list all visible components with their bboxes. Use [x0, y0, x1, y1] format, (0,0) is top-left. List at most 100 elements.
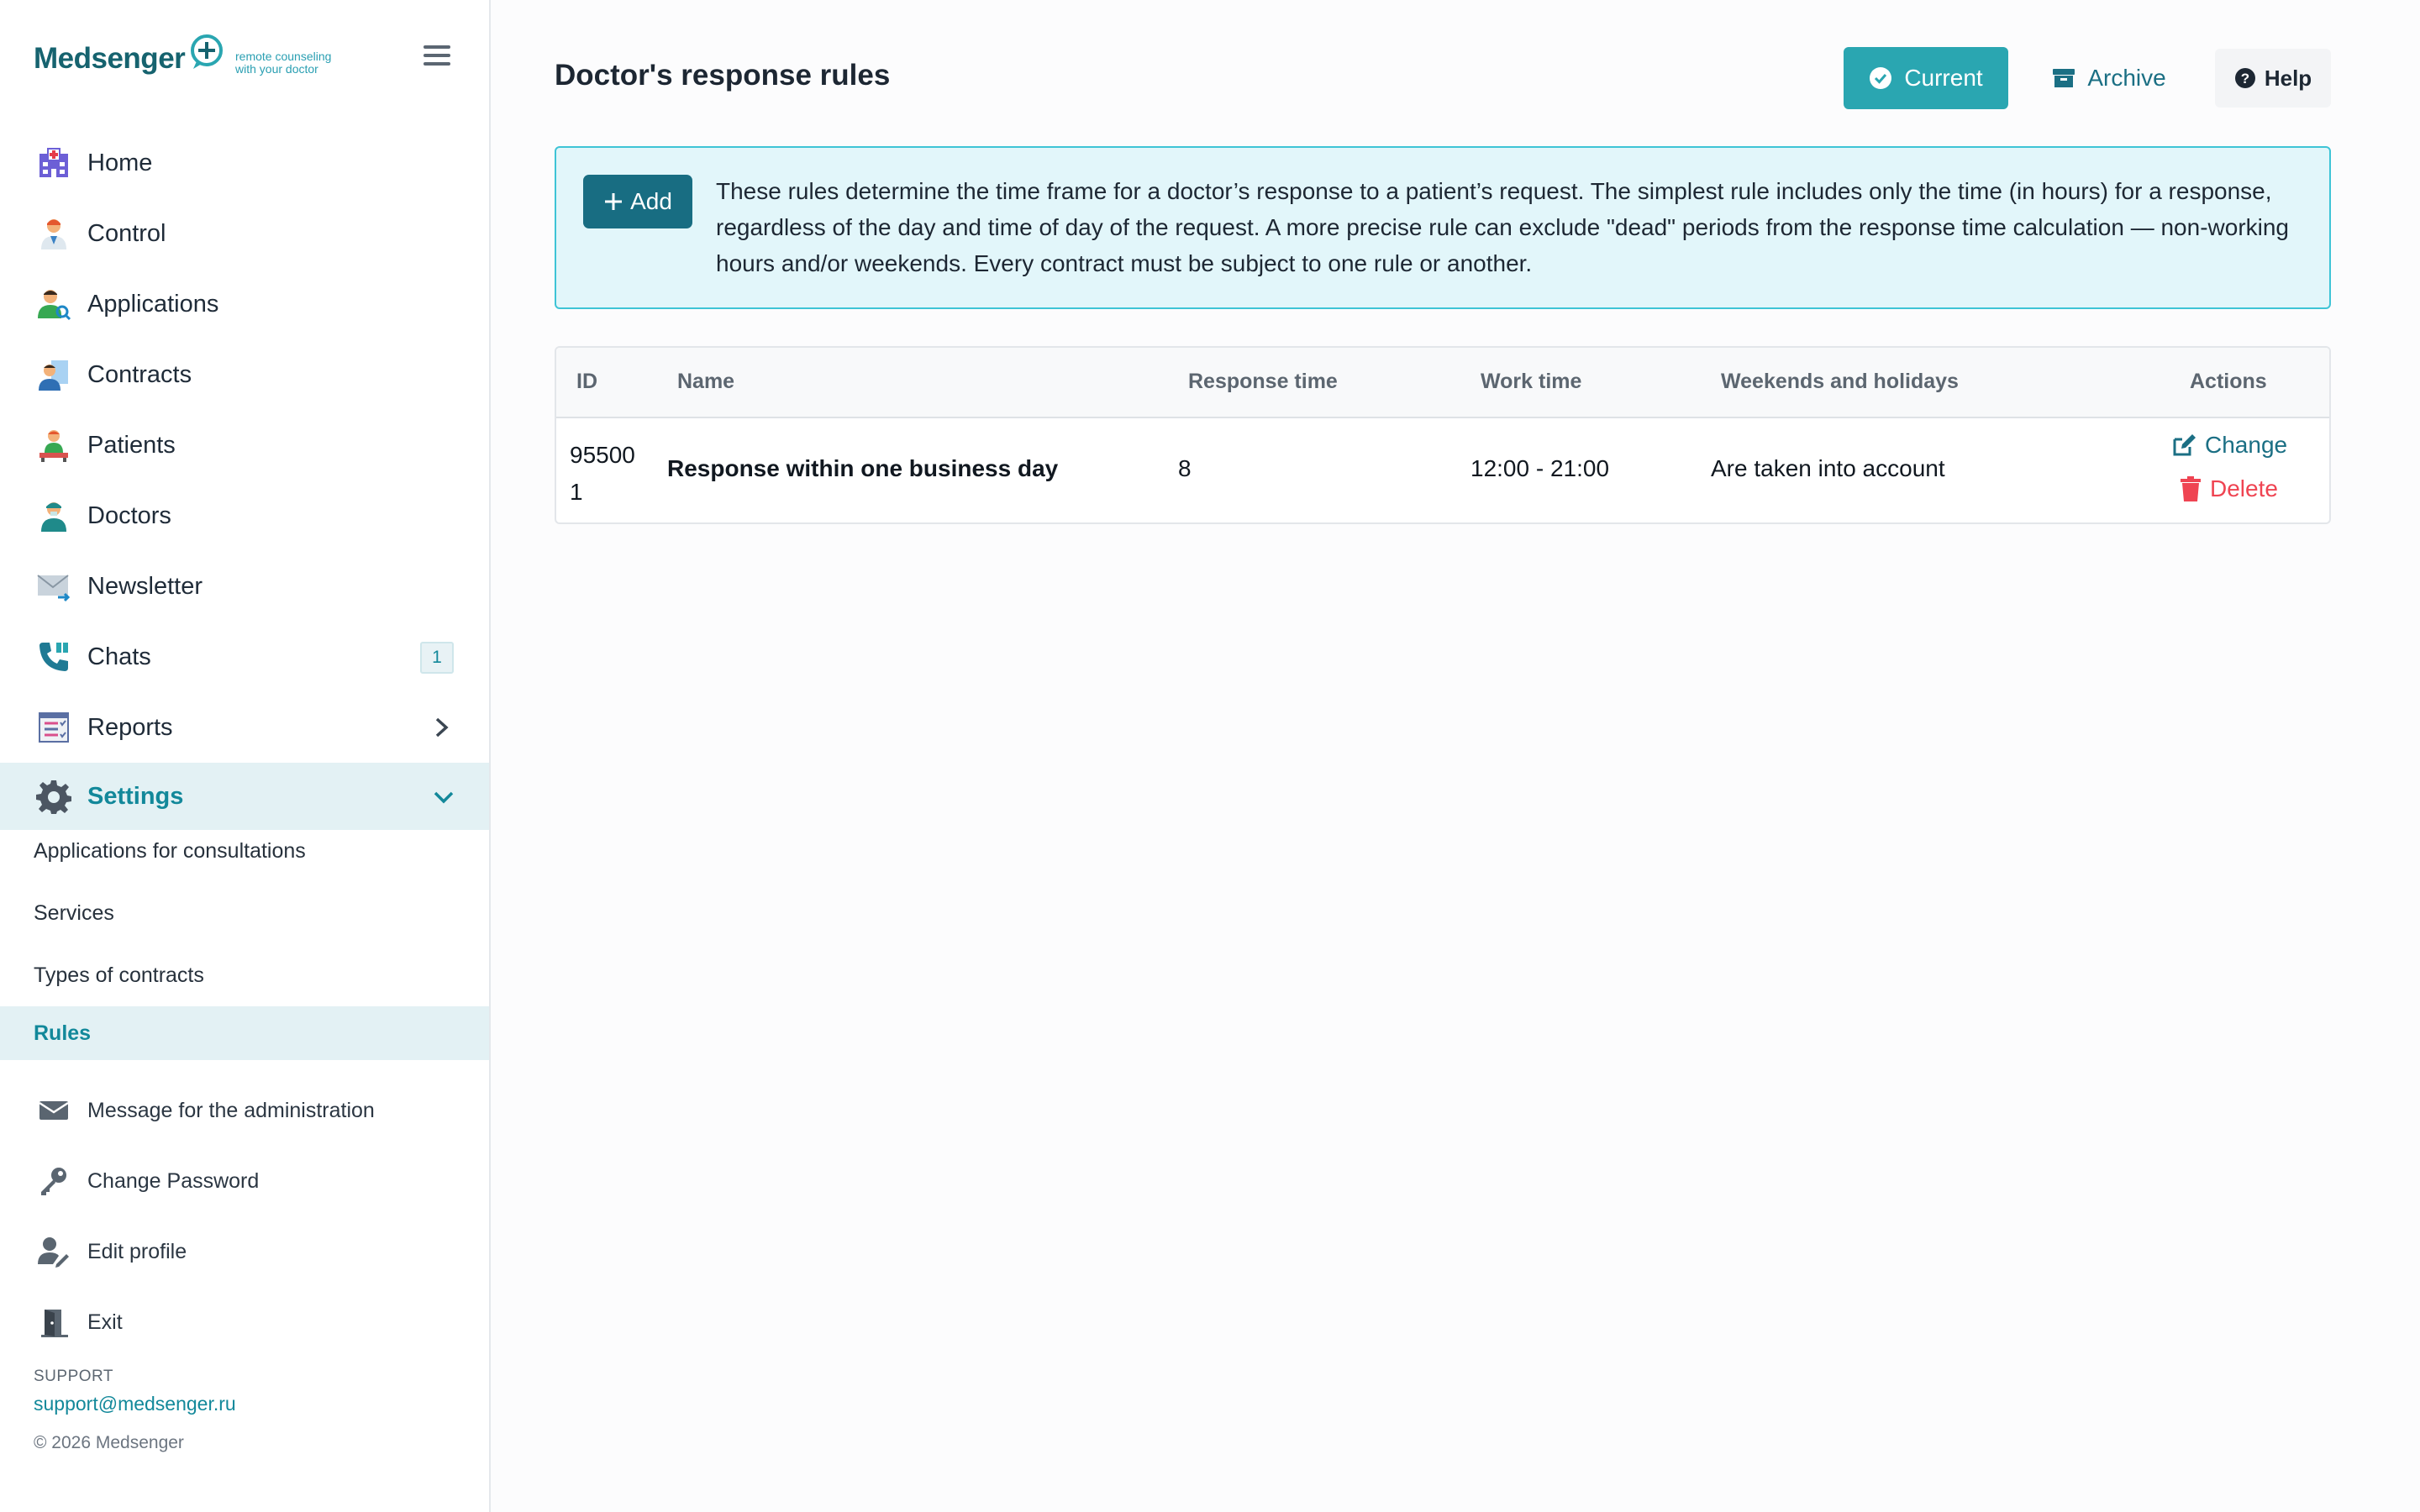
- sidebar: Medsenger remote counseling with your do…: [0, 0, 491, 1512]
- edit-icon: [2171, 433, 2196, 458]
- support-email-link[interactable]: support@medsenger.ru: [34, 1393, 236, 1415]
- sidebar-item-label: Applications: [87, 290, 219, 318]
- brand-logo[interactable]: Medsenger remote counseling with your do…: [34, 34, 370, 84]
- check-circle-icon: [1869, 66, 1892, 90]
- cell-weekends: Are taken into account: [1711, 455, 1945, 481]
- column-header-actions: Actions: [2190, 370, 2267, 393]
- chevron-right-icon: [432, 716, 452, 739]
- envelope-icon: [35, 1092, 72, 1129]
- column-header-name[interactable]: Name: [677, 370, 734, 394]
- support-block: SUPPORT support@medsenger.ru: [34, 1368, 236, 1415]
- envelope-icon: [35, 568, 72, 605]
- sidebar-item-label: Doctors: [87, 501, 171, 529]
- gear-icon: [35, 778, 72, 815]
- sidebar-item-home[interactable]: Home: [0, 128, 489, 198]
- user-edit-icon: [35, 1233, 72, 1270]
- plus-icon: [603, 192, 623, 212]
- copyright: © 2026 Medsenger: [34, 1433, 184, 1452]
- sidebar-item-label: Home: [87, 149, 153, 176]
- sidebar-item-doctors[interactable]: Doctors: [0, 480, 489, 551]
- sidebar-account-links: Message for the administration Change Pa…: [0, 1075, 489, 1357]
- sidebar-item-label: Change Password: [87, 1168, 260, 1193]
- sidebar-item-patients[interactable]: Patients: [0, 410, 489, 480]
- delete-label: Delete: [2210, 475, 2278, 501]
- doctors-icon: [35, 497, 72, 534]
- cell-id: 95500 1: [570, 437, 635, 511]
- sidebar-item-label: Chats: [87, 643, 151, 670]
- sidebar-item-applications[interactable]: Applications: [0, 269, 489, 339]
- add-button-label: Add: [630, 188, 672, 214]
- sidebar-item-exit[interactable]: Exit: [0, 1287, 489, 1357]
- contract-icon: [35, 356, 72, 393]
- subnav-item-rules[interactable]: Rules: [0, 1006, 489, 1060]
- hospital-icon: [35, 144, 72, 181]
- support-label: SUPPORT: [34, 1368, 114, 1385]
- brand-tagline: remote counseling with your doctor: [235, 50, 387, 76]
- table-header: ID Name Response time Work time Weekends…: [556, 348, 2329, 418]
- column-header-id[interactable]: ID: [576, 370, 597, 394]
- delete-rule-button[interactable]: Delete: [2180, 475, 2278, 502]
- page-title: Doctor's response rules: [555, 59, 891, 92]
- tagline-line-2: with your doctor: [235, 62, 318, 76]
- sidebar-item-label: Message for the administration: [87, 1098, 375, 1122]
- current-button[interactable]: Current: [1844, 47, 2008, 109]
- question-circle-icon: ?: [2234, 67, 2256, 89]
- patient-icon: [35, 427, 72, 464]
- help-button-label: Help: [2264, 65, 2312, 91]
- change-rule-button[interactable]: Change: [2171, 432, 2287, 459]
- archive-button[interactable]: Archive: [2033, 47, 2185, 109]
- sidebar-nav: Home Control Applications Contracts Pati…: [0, 128, 489, 830]
- sidebar-item-control[interactable]: Control: [0, 198, 489, 269]
- info-description: These rules determine the time frame for…: [716, 178, 2290, 276]
- brand-name: Medsenger: [34, 42, 186, 75]
- cell-response-time: 8: [1178, 455, 1192, 481]
- user-search-icon: [35, 286, 72, 323]
- sidebar-item-label: Settings: [87, 782, 184, 810]
- column-header-work-time[interactable]: Work time: [1481, 370, 1581, 394]
- cell-name: Response within one business day: [667, 455, 1059, 481]
- sidebar-item-change-password[interactable]: Change Password: [0, 1146, 489, 1216]
- sidebar-item-reports[interactable]: Reports: [0, 692, 489, 763]
- sidebar-item-chats[interactable]: Chats 1: [0, 622, 489, 692]
- chat-plus-logo-icon: [188, 34, 225, 71]
- help-button[interactable]: ? Help: [2215, 49, 2331, 108]
- sidebar-item-label: Edit profile: [87, 1239, 187, 1263]
- rules-info-alert: Add These rules determine the time frame…: [555, 146, 2331, 309]
- column-header-response-time[interactable]: Response time: [1188, 370, 1338, 394]
- column-header-weekends[interactable]: Weekends and holidays: [1721, 370, 1959, 394]
- current-button-label: Current: [1904, 65, 1983, 91]
- phone-icon: [35, 638, 72, 675]
- tagline-line-1: remote counseling: [235, 50, 332, 63]
- sidebar-item-label: Contracts: [87, 360, 192, 388]
- cell-id-line-1: 95500: [570, 442, 635, 468]
- chats-count-badge: 1: [420, 642, 454, 674]
- sidebar-item-newsletter[interactable]: Newsletter: [0, 551, 489, 622]
- sidebar-item-label: Exit: [87, 1310, 123, 1334]
- sidebar-item-message-admin[interactable]: Message for the administration: [0, 1075, 489, 1146]
- subnav-item-services[interactable]: Services: [0, 882, 489, 944]
- menu-toggle-icon[interactable]: [424, 45, 450, 71]
- chevron-down-icon: [432, 786, 454, 810]
- subnav-item-types-of-contracts[interactable]: Types of contracts: [0, 944, 489, 1006]
- settings-subnav: Applications for consultations Services …: [0, 820, 489, 1060]
- report-icon: [35, 709, 72, 746]
- sidebar-item-label: Reports: [87, 713, 173, 741]
- change-label: Change: [2205, 432, 2288, 458]
- cell-id-line-2: 1: [570, 479, 583, 505]
- door-exit-icon: [35, 1304, 72, 1341]
- sidebar-item-label: Control: [87, 219, 166, 247]
- add-rule-button[interactable]: Add: [583, 175, 692, 228]
- rules-table: ID Name Response time Work time Weekends…: [555, 346, 2331, 524]
- cell-work-time: 12:00 - 21:00: [1470, 455, 1610, 481]
- key-icon: [35, 1163, 72, 1200]
- subnav-item-applications-for-consultations[interactable]: Applications for consultations: [0, 820, 489, 882]
- sidebar-item-label: Newsletter: [87, 572, 203, 600]
- archive-button-label: Archive: [2087, 65, 2166, 91]
- archive-box-icon: [2052, 66, 2075, 90]
- trash-icon: [2180, 476, 2202, 501]
- sidebar-item-label: Patients: [87, 431, 176, 459]
- sidebar-item-edit-profile[interactable]: Edit profile: [0, 1216, 489, 1287]
- doctor-icon: [35, 215, 72, 252]
- sidebar-item-contracts[interactable]: Contracts: [0, 339, 489, 410]
- svg-text:?: ?: [2241, 71, 2249, 87]
